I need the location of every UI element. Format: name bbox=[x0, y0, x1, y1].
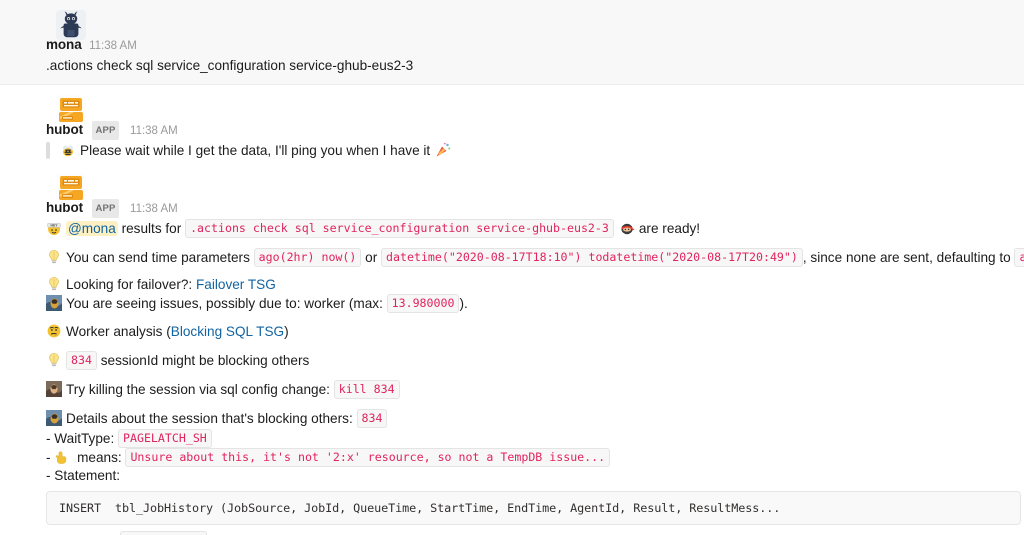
app-badge: APP bbox=[92, 199, 119, 218]
time-code-1: ago(2hr) now() bbox=[253, 248, 362, 267]
timestamp: 11:38 AM bbox=[130, 203, 178, 215]
point-up-emoji bbox=[54, 450, 69, 465]
wait-type-label: - WaitType: bbox=[46, 431, 115, 446]
timestamp: 11:38 AM bbox=[89, 40, 137, 52]
are-ready-label: are ready! bbox=[638, 221, 701, 236]
failover-tsg-link[interactable]: Failover TSG bbox=[196, 277, 276, 292]
hey-emoji: HEY bbox=[46, 220, 62, 236]
lightbulb-emoji bbox=[46, 249, 62, 265]
bee-emoji bbox=[60, 142, 76, 158]
user-mention[interactable]: @mona bbox=[66, 221, 118, 236]
failover-line: Looking for failover?: Failover TSG bbox=[46, 276, 1016, 294]
wait-type-code: PAGELATCH_SH bbox=[118, 429, 212, 448]
slack-message-list: mona 11:38 AM .actions check sql service… bbox=[0, 0, 1024, 535]
message-header: hubot APP 11:38 AM bbox=[46, 121, 1016, 140]
message-text-row: Please wait while I get the data, I'll p… bbox=[46, 140, 1016, 161]
statement-code-block: INSERT tbl_JobHistory (JobSource, JobId,… bbox=[46, 491, 1021, 525]
resource-line: - Resource: 5:1:2664801 bbox=[46, 531, 1016, 535]
kill-session-line: Try killing the session via sql config c… bbox=[46, 379, 1016, 400]
kill-session-code: kill 834 bbox=[333, 380, 400, 399]
tada-emoji bbox=[435, 142, 451, 158]
statement-label-line: - Statement: bbox=[46, 468, 121, 483]
kill-session-prefix: Try killing the session via sql config c… bbox=[66, 382, 330, 397]
worker-analysis-suffix: ) bbox=[284, 324, 289, 339]
means-code: Unsure about this, it's not '2:x' resour… bbox=[125, 448, 611, 467]
or-label: or bbox=[365, 250, 378, 265]
detective-emoji bbox=[46, 381, 62, 397]
results-for-line: HEY @mona results for .actions check sql … bbox=[46, 218, 1016, 239]
timestamp: 11:38 AM bbox=[130, 125, 178, 137]
issues-suffix: ). bbox=[459, 296, 468, 311]
session-id-code: 834 bbox=[66, 351, 97, 370]
lightbulb-emoji bbox=[46, 352, 62, 368]
message-mona: mona 11:38 AM .actions check sql service… bbox=[0, 0, 1024, 85]
command-code: .actions check sql service_configuration… bbox=[185, 219, 614, 238]
issues-line: You are seeing issues, possibly due to: … bbox=[46, 294, 1016, 313]
session-details-code: 834 bbox=[356, 409, 388, 428]
hubot-avatar[interactable] bbox=[56, 95, 86, 125]
session-details-prefix: Details about the session that's blockin… bbox=[66, 411, 353, 426]
detective-emoji bbox=[46, 410, 62, 426]
message-header: mona 11:38 AM bbox=[46, 36, 1016, 55]
resource-code: 5:1:2664801 bbox=[120, 531, 207, 535]
failover-label: Looking for failover?: bbox=[66, 277, 193, 292]
wait-type-line: - WaitType: PAGELATCH_SH bbox=[46, 429, 1016, 448]
ninja-emoji bbox=[619, 220, 635, 236]
thinking-face-emoji bbox=[46, 323, 62, 339]
session-blocking-text: sessionId might be blocking others bbox=[100, 353, 310, 368]
time-params-prefix: You can send time parameters bbox=[66, 250, 250, 265]
results-for-label: results for bbox=[121, 221, 182, 236]
means-line: - means: Unsure about this, it's not '2:… bbox=[46, 448, 1016, 467]
session-blocking-line: 834 sessionId might be blocking others bbox=[46, 350, 1016, 371]
lightbulb-emoji bbox=[46, 276, 62, 292]
detective-emoji bbox=[46, 295, 62, 311]
svg-text:HEY: HEY bbox=[51, 224, 59, 228]
means-label: means: bbox=[77, 450, 122, 465]
message-text: .actions check sql service_configuration… bbox=[46, 58, 414, 73]
blocking-sql-tsg-link[interactable]: Blocking SQL TSG bbox=[171, 324, 284, 339]
hubot-avatar[interactable] bbox=[56, 173, 86, 203]
message-hubot-results: hubot APP 11:38 AM HEY @mona results for … bbox=[0, 163, 1024, 535]
message-text: Please wait while I get the data, I'll p… bbox=[80, 143, 431, 158]
issues-prefix: You are seeing issues, possibly due to: … bbox=[66, 296, 383, 311]
octocat-avatar[interactable] bbox=[56, 10, 86, 40]
app-badge: APP bbox=[92, 121, 119, 140]
time-code-3: ago(2hr) now() bbox=[1014, 248, 1024, 267]
time-parameters-line: You can send time parameters ago(2hr) no… bbox=[46, 247, 1024, 268]
worker-max-value: 13.980000 bbox=[386, 294, 460, 313]
means-dash: - bbox=[46, 450, 51, 465]
worker-analysis-prefix: Worker analysis ( bbox=[66, 324, 171, 339]
message-hubot-wait: hubot APP 11:38 AM Please wait while I g… bbox=[0, 85, 1024, 163]
quote-bar bbox=[46, 142, 50, 159]
worker-analysis-line: Worker analysis (Blocking SQL TSG) bbox=[46, 321, 1016, 342]
time-params-suffix: , since none are sent, defaulting to bbox=[802, 250, 1011, 265]
session-details-line: Details about the session that's blockin… bbox=[46, 408, 1016, 429]
message-header: hubot APP 11:38 AM bbox=[46, 199, 1016, 218]
time-code-2: datetime("2020-08-17T18:10") todatetime(… bbox=[381, 248, 803, 267]
